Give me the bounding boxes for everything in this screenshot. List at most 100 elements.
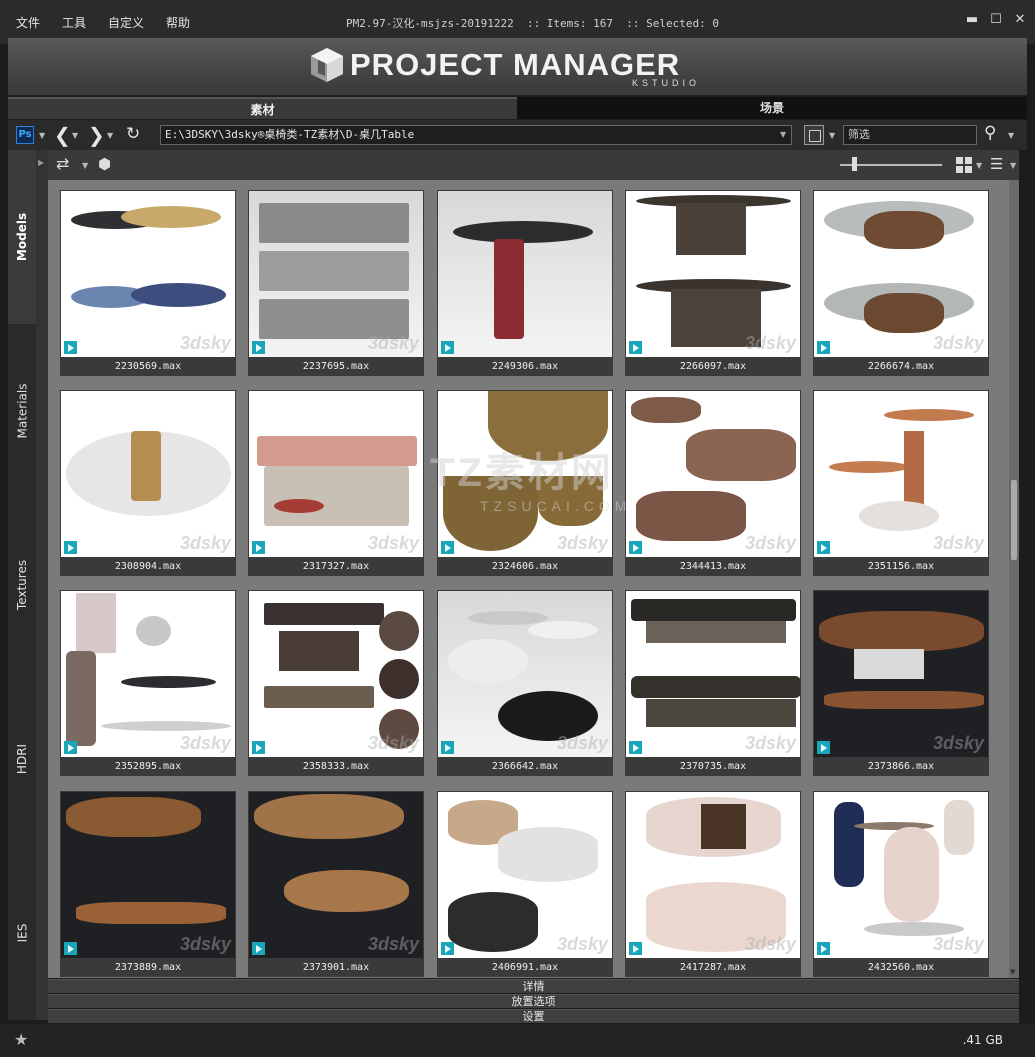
thumbnail-shape [854, 649, 924, 679]
side-tab-textures[interactable]: Textures [8, 498, 36, 672]
path-input[interactable]: E:\3DSKY\3dsky®桌椅类-TZ素材\D-桌几Table [160, 125, 792, 145]
settings-panel-toggle[interactable]: 设置 [48, 1009, 1019, 1023]
asset-thumbnail[interactable]: 3dsky [814, 191, 988, 357]
menu-bar: 文件 工具 自定义 帮助 [16, 14, 190, 31]
chevron-down-icon[interactable]: ▼ [72, 131, 78, 140]
asset-tile[interactable]: 3dsky 2432560.max [813, 791, 989, 977]
asset-tile[interactable]: 3dsky 2317327.max [248, 390, 424, 576]
asset-tile[interactable]: 3dsky 2406991.max [437, 791, 613, 977]
path-dropdown-icon[interactable]: ▼ [780, 130, 786, 139]
sort-icon[interactable]: ☰ [990, 155, 1003, 173]
asset-tile[interactable]: 2249306.max [437, 190, 613, 376]
window-controls: ▬ ☐ ✕ [965, 12, 1027, 27]
asset-thumbnail[interactable]: 3dsky [249, 191, 423, 357]
back-button[interactable]: ❮ [54, 123, 71, 147]
side-tab-ies[interactable]: IES [8, 846, 36, 1020]
menu-tools[interactable]: 工具 [62, 14, 86, 31]
refresh-button[interactable]: ↻ [126, 124, 140, 144]
scroll-down-icon[interactable]: ▼ [1010, 968, 1015, 976]
asset-filename: 2406991.max [491, 962, 559, 973]
tab-scene[interactable]: 场景 [517, 97, 1027, 119]
thumbnail-shape [259, 203, 409, 243]
asset-thumbnail[interactable]: 3dsky [626, 591, 800, 757]
thumbnail-shape [101, 721, 231, 731]
chevron-down-icon[interactable]: ▼ [1010, 161, 1016, 170]
asset-thumbnail[interactable]: 3dsky [61, 792, 235, 958]
scrollbar-thumb[interactable] [1011, 480, 1017, 560]
search-input[interactable]: 筛选 [843, 125, 977, 145]
asset-tile[interactable]: 3dsky 2352895.max [60, 590, 236, 776]
asset-thumbnail[interactable]: 3dsky [626, 792, 800, 958]
menu-file[interactable]: 文件 [16, 14, 40, 31]
asset-tile[interactable]: 3dsky 2373866.max [813, 590, 989, 776]
asset-thumbnail[interactable]: 3dsky [61, 191, 235, 357]
asset-tile[interactable]: 3dsky 2344413.max [625, 390, 801, 576]
asset-tile[interactable]: 3dsky 2373901.max [248, 791, 424, 977]
cycle-icon[interactable]: ⇄ [56, 154, 69, 173]
asset-tile[interactable]: 3dsky 2417287.max [625, 791, 801, 977]
vertical-scrollbar[interactable]: ▼ [1009, 180, 1019, 978]
menu-customize[interactable]: 自定义 [108, 14, 144, 31]
asset-thumbnail[interactable]: 3dsky [61, 391, 235, 557]
forward-button[interactable]: ❯ [88, 123, 105, 147]
chevron-down-icon[interactable]: ▼ [107, 131, 113, 140]
chevron-down-icon[interactable]: ▼ [976, 161, 982, 170]
side-tab-models[interactable]: Models [8, 150, 36, 324]
asset-tile[interactable]: 3dsky 2370735.max [625, 590, 801, 776]
asset-tile[interactable]: 3dsky 2266674.max [813, 190, 989, 376]
slider-handle[interactable] [852, 157, 857, 171]
add-asset-icon[interactable]: ⬢ [98, 155, 111, 173]
thumbnail-shape [131, 431, 161, 501]
placement-options-toggle[interactable]: 放置选项 [48, 994, 1019, 1008]
asset-tile[interactable]: 3dsky 2324606.max [437, 390, 613, 576]
photoshop-icon[interactable]: Ps [16, 126, 34, 144]
thumbnail-watermark: 3dsky [932, 533, 984, 553]
asset-thumbnail[interactable]: 3dsky [626, 191, 800, 357]
asset-tile[interactable]: 3dsky 2308904.max [60, 390, 236, 576]
asset-thumbnail[interactable] [438, 191, 612, 357]
thumbnail-shape [631, 676, 800, 698]
asset-thumbnail[interactable]: 3dsky [438, 792, 612, 958]
max-file-icon [252, 541, 265, 554]
chevron-down-icon[interactable]: ▼ [829, 131, 835, 140]
asset-thumbnail[interactable]: 3dsky [438, 591, 612, 757]
thumbnail-shape [829, 461, 909, 473]
filter-toggle-icon[interactable] [804, 125, 824, 145]
search-icon[interactable]: ⚲ [984, 123, 996, 143]
close-icon[interactable]: ✕ [1013, 12, 1027, 27]
asset-tile[interactable]: 3dsky 2358333.max [248, 590, 424, 776]
asset-tile[interactable]: 3dsky 2266097.max [625, 190, 801, 376]
asset-thumbnail[interactable]: 3dsky [814, 792, 988, 958]
chevron-down-icon[interactable]: ▼ [39, 131, 45, 140]
tab-assets[interactable]: 素材 [8, 97, 517, 119]
menu-help[interactable]: 帮助 [166, 14, 190, 31]
asset-tile[interactable]: 3dsky 2237695.max [248, 190, 424, 376]
asset-filename: 2373901.max [302, 962, 370, 973]
sidebar-splitter[interactable]: ▶ [36, 150, 48, 1020]
star-icon[interactable]: ★ [14, 1030, 28, 1049]
asset-thumbnail[interactable]: 3dsky [249, 591, 423, 757]
thumbnail-shape [676, 203, 746, 255]
chevron-right-icon[interactable]: ▶ [38, 158, 44, 167]
asset-thumbnail[interactable]: 3dsky [249, 391, 423, 557]
chevron-down-icon[interactable]: ▼ [82, 161, 88, 170]
asset-tile[interactable]: 3dsky 2351156.max [813, 390, 989, 576]
asset-thumbnail[interactable]: 3dsky [814, 391, 988, 557]
side-tab-materials[interactable]: Materials [8, 324, 36, 498]
asset-thumbnail[interactable]: 3dsky [814, 591, 988, 757]
chevron-down-icon[interactable]: ▼ [1008, 131, 1014, 140]
asset-thumbnail[interactable]: 3dsky [61, 591, 235, 757]
asset-tile[interactable]: 3dsky 2230569.max [60, 190, 236, 376]
details-panel-toggle[interactable]: 详情 [48, 979, 1019, 993]
asset-thumbnail[interactable]: 3dsky [249, 792, 423, 958]
asset-tile[interactable]: 3dsky 2373889.max [60, 791, 236, 977]
maximize-icon[interactable]: ☐ [989, 12, 1003, 27]
side-tab-hdri[interactable]: HDRI [8, 672, 36, 846]
grid-view-icon[interactable] [956, 157, 972, 173]
asset-thumbnail[interactable]: 3dsky [438, 391, 612, 557]
asset-tile[interactable]: 3dsky 2366642.max [437, 590, 613, 776]
minimize-icon[interactable]: ▬ [965, 12, 979, 27]
thumbnail-shape [864, 211, 944, 249]
asset-thumbnail[interactable]: 3dsky [626, 391, 800, 557]
thumbnail-shape [686, 429, 796, 481]
